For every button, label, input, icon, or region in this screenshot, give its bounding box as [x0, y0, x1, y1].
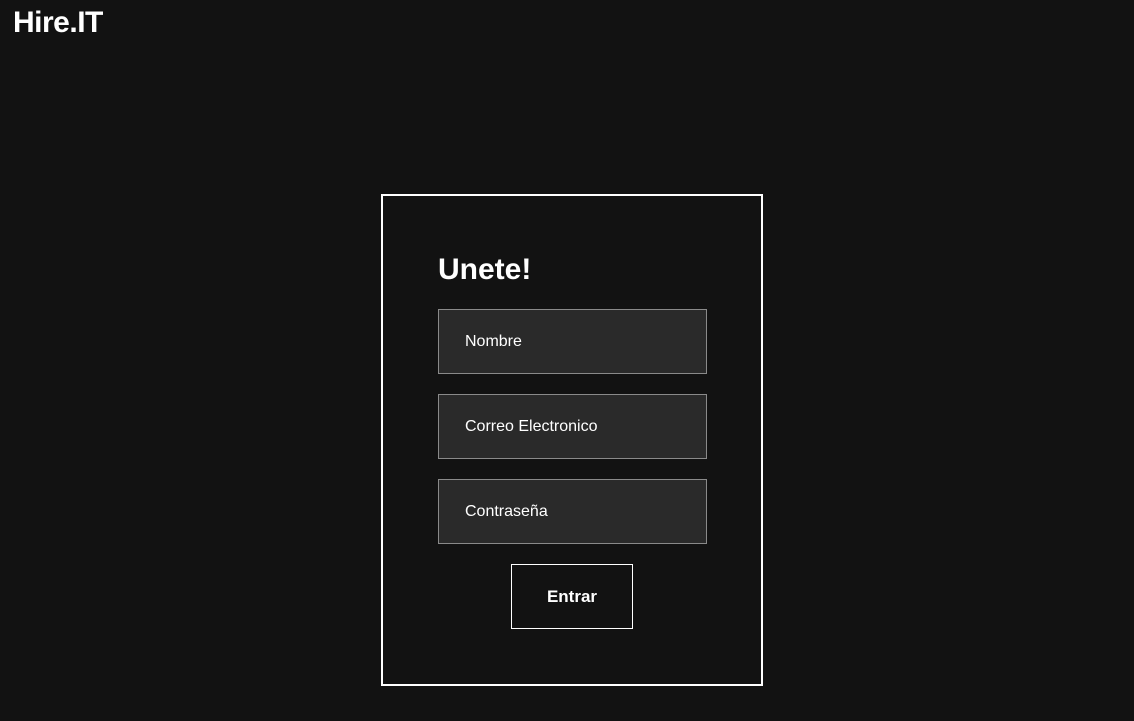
signup-card: Unete! Entrar: [381, 194, 763, 686]
submit-button[interactable]: Entrar: [511, 564, 633, 629]
password-input[interactable]: [438, 479, 707, 544]
email-input[interactable]: [438, 394, 707, 459]
form-title: Unete!: [438, 253, 532, 286]
name-input[interactable]: [438, 309, 707, 374]
brand-logo: Hire.IT: [13, 6, 103, 39]
